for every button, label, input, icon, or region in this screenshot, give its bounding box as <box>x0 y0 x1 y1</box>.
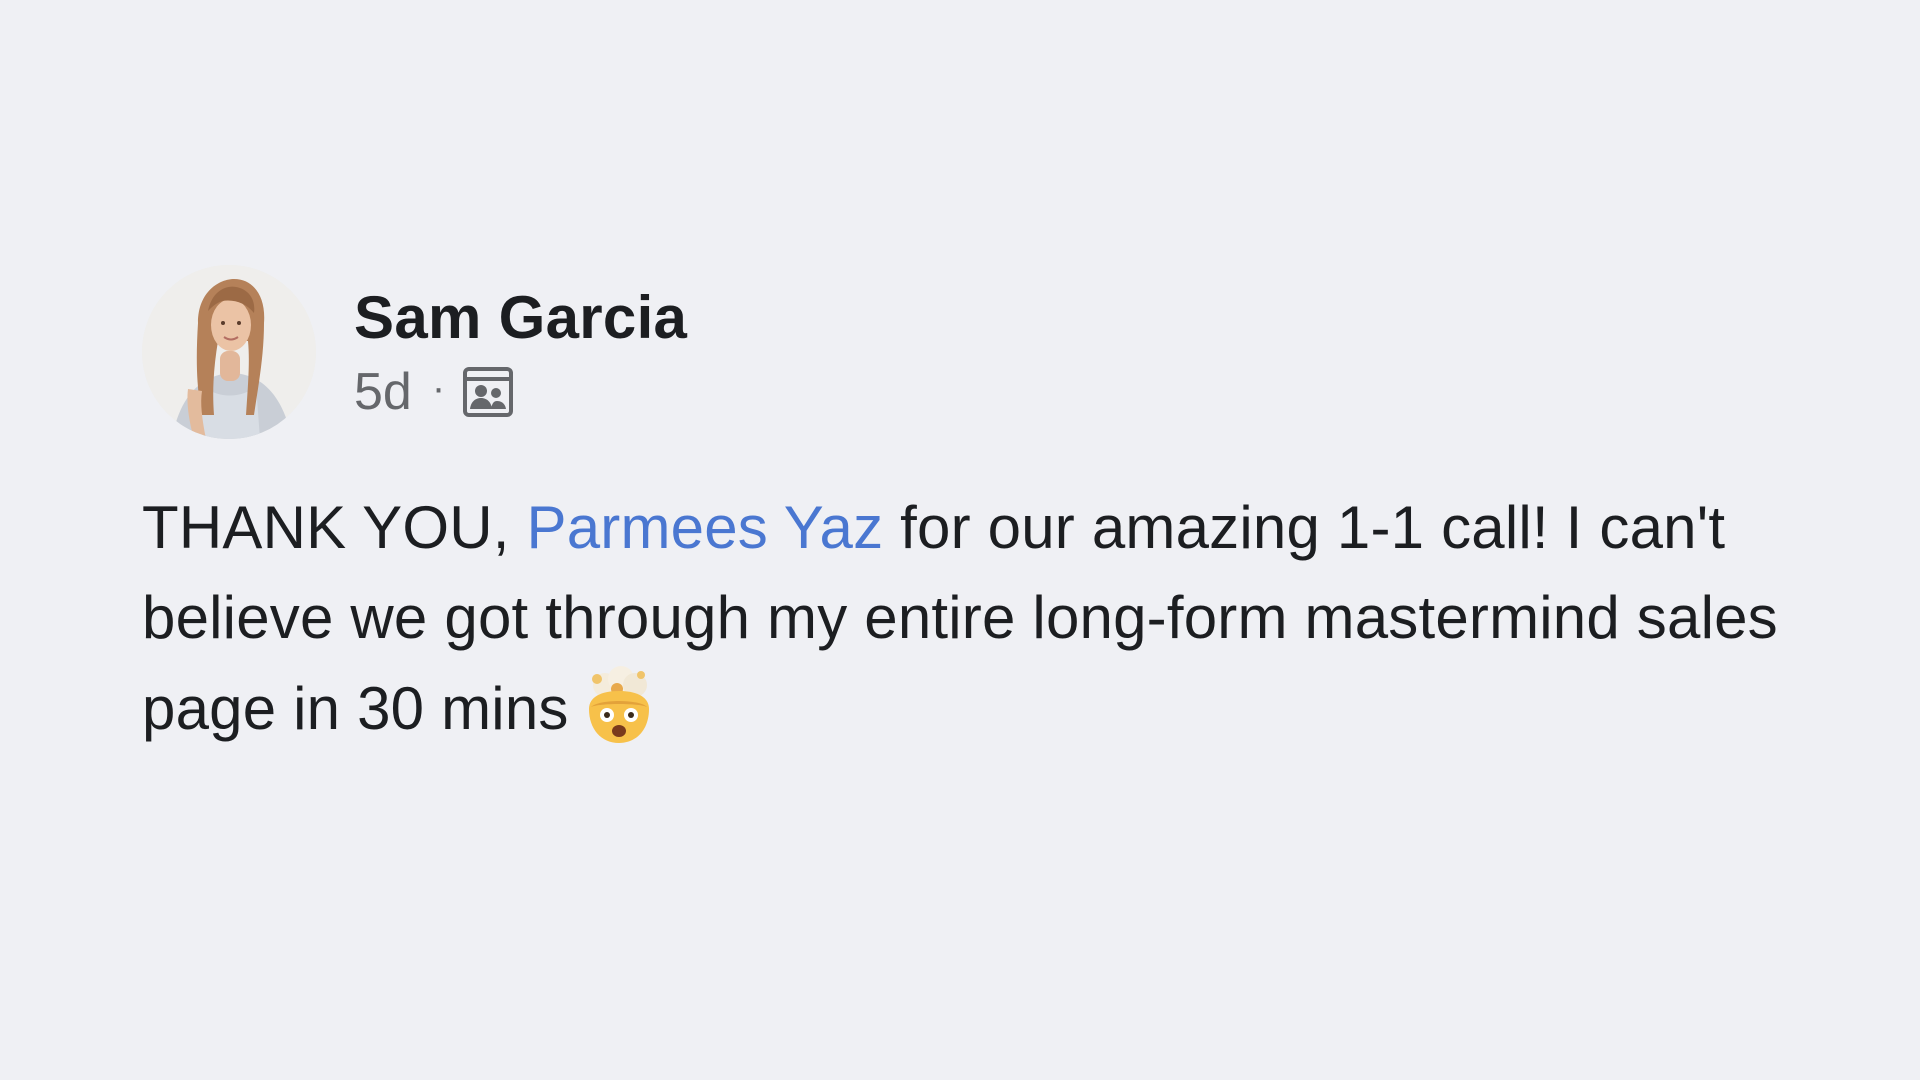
post-meta: 5d · <box>354 362 687 422</box>
group-audience-icon[interactable] <box>461 365 515 419</box>
author-name[interactable]: Sam Garcia <box>354 282 687 354</box>
post-header: Sam Garcia 5d · <box>142 265 1802 439</box>
avatar-photo <box>142 265 316 439</box>
mention-link[interactable]: Parmees Yaz <box>527 494 884 561</box>
post-text: THANK YOU, Parmees Yaz for our amazing 1… <box>142 483 1802 754</box>
meta-separator: · <box>431 366 446 410</box>
post-text-prefix: THANK YOU, <box>142 494 527 561</box>
author-avatar[interactable] <box>142 265 316 439</box>
author-info: Sam Garcia 5d · <box>354 282 687 422</box>
post-timestamp[interactable]: 5d <box>354 362 412 422</box>
post-card: Sam Garcia 5d · THANK YOU, Parmees Yaz f… <box>142 265 1802 754</box>
exploding-head-emoji-icon <box>577 663 661 747</box>
